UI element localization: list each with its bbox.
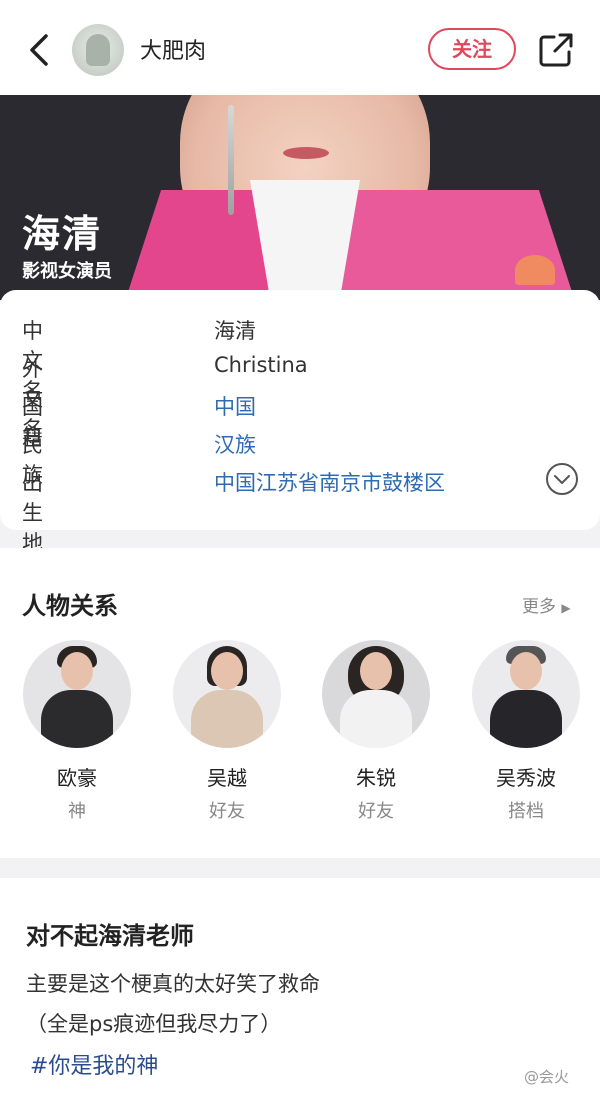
person-avatar bbox=[173, 640, 281, 748]
hero-title: 海清 bbox=[22, 212, 103, 256]
person-name: 朱锐 bbox=[356, 766, 396, 790]
person-role: 神 bbox=[68, 801, 86, 822]
nationality-link[interactable]: 中国 bbox=[214, 391, 256, 421]
section-title: 人物关系 bbox=[22, 592, 118, 620]
birthplace-link[interactable]: 中国江苏省南京市鼓楼区 bbox=[214, 467, 445, 497]
chevron-left-icon[interactable] bbox=[22, 30, 56, 70]
relation-person[interactable]: 吴越 好友 bbox=[167, 640, 287, 823]
follow-button[interactable]: 关注 bbox=[428, 28, 516, 70]
hero-subtitle: 影视女演员 bbox=[22, 261, 112, 282]
avatar[interactable] bbox=[72, 24, 124, 76]
hashtag-link[interactable]: #你是我的神 bbox=[30, 1048, 158, 1080]
person-role: 搭档 bbox=[508, 801, 544, 822]
info-value: 海清 bbox=[214, 319, 256, 343]
person-role: 好友 bbox=[209, 801, 245, 822]
relations-card: 人物关系 更多 ▶ 欧豪 神 吴越 好友 朱锐 好友 吴秀波 搭档 bbox=[0, 548, 600, 858]
more-link[interactable]: 更多 ▶ bbox=[522, 592, 571, 617]
info-label: 出生地 bbox=[22, 471, 43, 555]
person-avatar bbox=[472, 640, 580, 748]
post-text-line: （全是ps痕迹但我尽力了） bbox=[26, 1012, 282, 1036]
info-value: Christina bbox=[214, 353, 308, 377]
post-card: 对不起海清老师 主要是这个梗真的太好笑了救命 （全是ps痕迹但我尽力了） #你是… bbox=[0, 878, 600, 1094]
person-name: 欧豪 bbox=[57, 766, 97, 790]
info-card: 中文名 海清 外文名 Christina 国籍 中国 民族 汉族 出生地 中国江… bbox=[0, 290, 600, 555]
top-bar: 大肥肉 关注 bbox=[0, 0, 600, 95]
relation-person[interactable]: 欧豪 神 bbox=[17, 640, 137, 823]
hero-banner: 海清 影视女演员 bbox=[0, 95, 600, 300]
more-label: 更多 bbox=[522, 597, 556, 617]
person-name: 吴越 bbox=[207, 766, 247, 790]
post-text-line: 主要是这个梗真的太好笑了救命 bbox=[26, 972, 320, 996]
watermark: @会火 bbox=[524, 1068, 570, 1086]
share-icon[interactable] bbox=[538, 32, 574, 68]
chevron-down-circle-icon[interactable] bbox=[545, 462, 579, 496]
relation-person[interactable]: 吴秀波 搭档 bbox=[466, 640, 586, 823]
ethnicity-link[interactable]: 汉族 bbox=[214, 429, 256, 459]
nickname[interactable]: 大肥肉 bbox=[140, 33, 206, 65]
post-title: 对不起海清老师 bbox=[26, 922, 194, 950]
relation-person[interactable]: 朱锐 好友 bbox=[316, 640, 436, 823]
person-avatar bbox=[322, 640, 430, 748]
person-name: 吴秀波 bbox=[496, 766, 556, 790]
person-role: 好友 bbox=[358, 801, 394, 822]
person-avatar bbox=[23, 640, 131, 748]
triangle-right-icon: ▶ bbox=[561, 601, 571, 615]
